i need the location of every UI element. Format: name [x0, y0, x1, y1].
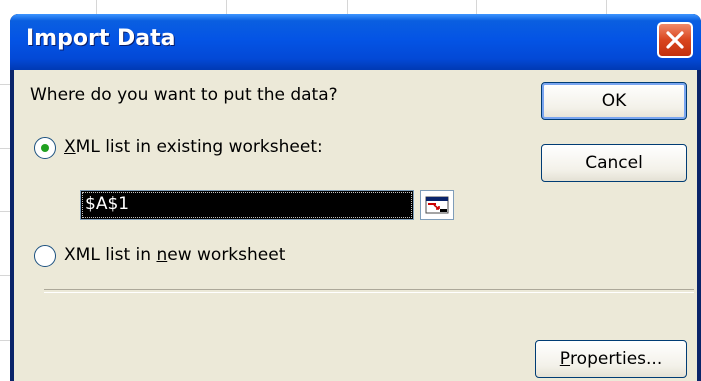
grid-line — [0, 148, 10, 149]
radio-new-worksheet-label[interactable]: XML list in new worksheet — [64, 245, 285, 265]
close-button[interactable] — [657, 22, 693, 58]
destination-prompt: Where do you want to put the data? — [30, 85, 338, 105]
grid-line — [0, 340, 10, 341]
close-icon — [666, 31, 684, 49]
cancel-button[interactable]: Cancel — [541, 144, 687, 182]
grid-line — [0, 275, 10, 276]
title-bar[interactable]: Import Data — [10, 14, 701, 70]
grid-line — [0, 211, 10, 212]
properties-button[interactable]: Properties... — [535, 340, 687, 378]
dialog-title: Import Data — [26, 26, 176, 51]
ok-button[interactable]: OK — [541, 82, 687, 120]
radio-existing-worksheet[interactable] — [34, 137, 56, 159]
collapse-dialog-button[interactable] — [420, 190, 454, 220]
separator — [44, 289, 694, 293]
radio-existing-worksheet-label[interactable]: XML list in existing worksheet: — [64, 137, 323, 157]
collapse-dialog-icon — [425, 196, 449, 214]
range-input[interactable]: $A$1 — [80, 190, 414, 220]
dialog-body: Where do you want to put the data? XML l… — [14, 70, 697, 381]
grid-line — [0, 84, 10, 85]
import-data-dialog: Import Data Where do you want to put the… — [10, 14, 701, 381]
radio-new-worksheet[interactable] — [34, 245, 56, 267]
